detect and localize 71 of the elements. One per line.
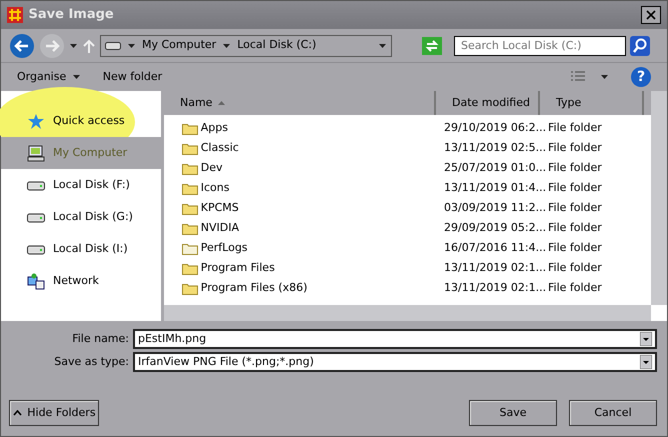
- address-bar[interactable]: My Computer Local Disk (C:): [100, 34, 392, 56]
- file-name[interactable]: Program Files (x86): [200, 280, 308, 296]
- file-name[interactable]: Program Files: [200, 260, 275, 276]
- column-header[interactable]: Date modified: [436, 91, 540, 115]
- field-label: File name:: [71, 330, 130, 347]
- star-icon: [27, 112, 45, 130]
- date-modified: 13/11/2019 02:1...: [444, 280, 546, 294]
- date-modified: 29/09/2019 05:2...: [444, 220, 546, 234]
- address-segment[interactable]: My Computer: [142, 37, 216, 54]
- date-modified: 13/11/2019 01:4...: [444, 180, 546, 194]
- sidebar-item[interactable]: Local Disk (I:): [1, 233, 161, 265]
- type-dropdown[interactable]: IrfanView PNG File (*.png;*.png): [133, 352, 657, 372]
- refresh-icon[interactable]: [422, 36, 442, 54]
- date-modified: 03/09/2019 11:2...: [444, 200, 546, 214]
- caret-icon[interactable]: [600, 73, 609, 81]
- file-type: File folder: [548, 120, 602, 134]
- sidebar-item[interactable]: Quick access: [1, 105, 161, 137]
- search-field[interactable]: Search Local Disk (C:): [454, 36, 626, 56]
- caret-icon: [72, 73, 81, 81]
- date-modified: 13/11/2019 02:1...: [444, 260, 546, 274]
- dropdown-icon: [640, 332, 652, 346]
- column-header[interactable]: Type: [540, 91, 644, 115]
- dropdown-icon: [640, 354, 652, 369]
- close-icon: [646, 10, 656, 20]
- sidebar-item[interactable]: Local Disk (F:): [1, 169, 161, 201]
- file-type: File folder: [548, 180, 602, 194]
- date-modified: 25/07/2019 01:0...: [444, 160, 546, 174]
- save-button[interactable]: Save: [469, 400, 557, 426]
- cancel-button[interactable]: Cancel: [569, 400, 657, 426]
- date-modified: 29/10/2019 06:2...: [444, 120, 546, 134]
- back-icon[interactable]: [9, 32, 35, 58]
- column-header[interactable]: Name: [164, 91, 436, 115]
- file-name[interactable]: Icons: [200, 180, 230, 196]
- chevron-up-icon: [12, 410, 22, 416]
- field-label: Save as type:: [53, 354, 130, 370]
- window-title: Save Image: [28, 6, 114, 24]
- file-type: File folder: [548, 160, 602, 174]
- file-type: File folder: [548, 220, 602, 234]
- file-type: File folder: [548, 240, 602, 254]
- network-icon: [27, 272, 45, 290]
- hide-folders-button[interactable]: Hide Folders: [9, 400, 100, 426]
- organise-menu[interactable]: Organise: [17, 68, 81, 86]
- new-folder-button[interactable]: New folder: [102, 68, 162, 86]
- file-name-field[interactable]: pEstIMh.png: [133, 329, 657, 349]
- file-type: File folder: [548, 200, 602, 214]
- file-name[interactable]: NVIDIA: [200, 220, 239, 236]
- vertical-scrollbar[interactable]: [651, 91, 667, 305]
- address-segment[interactable]: Local Disk (C:): [237, 37, 316, 54]
- drive-icon: [105, 42, 121, 50]
- horizontal-scrollbar[interactable]: [164, 305, 651, 321]
- app-icon: [7, 7, 23, 23]
- file-name[interactable]: Classic: [200, 140, 239, 156]
- file-name[interactable]: Dev: [200, 160, 222, 176]
- caret-icon: [127, 42, 136, 50]
- file-type: File folder: [548, 140, 602, 154]
- sidebar-item[interactable]: Network: [1, 265, 161, 297]
- caret-icon: [222, 42, 232, 50]
- file-type: File folder: [548, 280, 602, 294]
- file-name[interactable]: Apps: [200, 120, 228, 136]
- file-name[interactable]: KPCMS: [200, 200, 239, 216]
- computer-icon: [27, 144, 45, 162]
- search-icon[interactable]: [630, 36, 650, 56]
- caret-icon[interactable]: [69, 42, 78, 50]
- close-button[interactable]: [641, 6, 661, 24]
- file-name[interactable]: PerfLogs: [200, 240, 248, 256]
- file-type: File folder: [548, 260, 602, 274]
- date-modified: 16/07/2016 11:4...: [444, 240, 546, 254]
- help-button[interactable]: ?: [631, 67, 651, 87]
- date-modified: 13/11/2019 02:5...: [444, 140, 546, 154]
- dropdown-icon[interactable]: [378, 42, 387, 50]
- sidebar-item[interactable]: Local Disk (G:): [1, 201, 161, 233]
